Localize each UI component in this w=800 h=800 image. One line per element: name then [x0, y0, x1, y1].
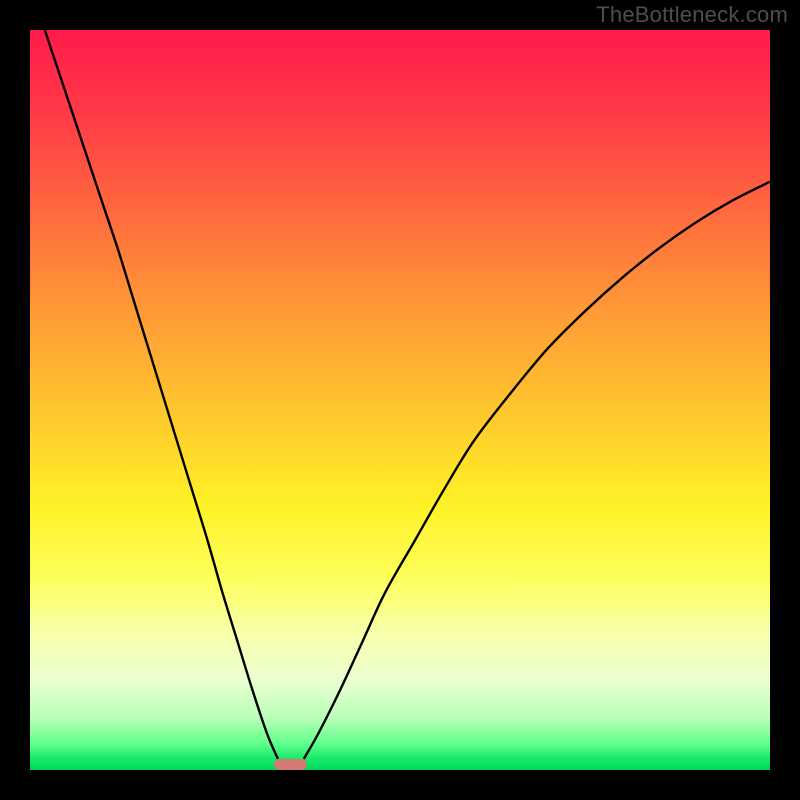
bottleneck-curve: [0, 0, 800, 800]
optimal-marker: [274, 759, 307, 770]
chart-frame: TheBottleneck.com: [0, 0, 800, 800]
curve-path: [45, 30, 770, 759]
